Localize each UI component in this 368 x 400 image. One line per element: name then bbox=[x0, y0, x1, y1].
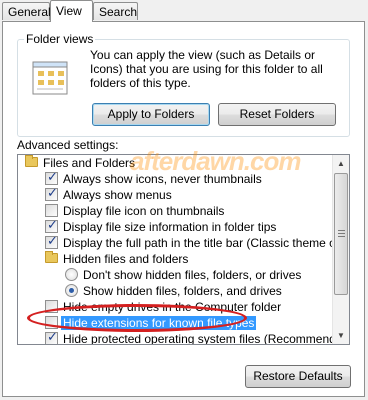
view-tab-panel: Folder views You can apply the view (suc… bbox=[2, 21, 365, 397]
tab-view[interactable]: View bbox=[50, 0, 93, 22]
list-item-label: Show hidden files, folders, and drives bbox=[83, 284, 282, 298]
checkbox[interactable] bbox=[45, 204, 58, 217]
check-icon: ✓ bbox=[47, 233, 58, 248]
checkbox[interactable]: ✓ bbox=[45, 217, 58, 233]
folder-views-icon bbox=[32, 61, 68, 95]
list-item-label: Display file size information in folder … bbox=[63, 220, 277, 234]
list-item-label: Always show menus bbox=[63, 188, 172, 202]
list-item-label: Display file icon on thumbnails bbox=[63, 204, 225, 218]
list-item-label-wrap: Hide extensions for known file types bbox=[61, 315, 257, 331]
list-item-label: Hide protected operating system files (R… bbox=[63, 332, 350, 345]
scroll-down-arrow-icon[interactable]: ▼ bbox=[333, 327, 349, 344]
list-item-label: Display the full path in the title bar (… bbox=[63, 236, 350, 250]
reset-folders-button[interactable]: Reset Folders bbox=[218, 103, 336, 126]
folder-views-group: Folder views You can apply the view (suc… bbox=[17, 32, 350, 137]
list-item-label: Always show icons, never thumbnails bbox=[63, 172, 262, 186]
checkbox[interactable] bbox=[45, 300, 58, 313]
tab-general-label: General bbox=[8, 5, 51, 19]
tab-view-label: View bbox=[56, 4, 82, 18]
advanced-settings-label: Advanced settings: bbox=[17, 138, 119, 152]
list-item-label: Hide empty drives in the Computer folder bbox=[63, 300, 282, 314]
list-item-label: Hide extensions for known file types bbox=[61, 316, 257, 330]
checkbox[interactable] bbox=[45, 316, 58, 329]
restore-defaults-button[interactable]: Restore Defaults bbox=[245, 365, 351, 388]
tab-general[interactable]: General bbox=[2, 2, 51, 20]
tab-search[interactable]: Search bbox=[93, 2, 138, 20]
checkbox[interactable]: ✓ bbox=[45, 329, 58, 344]
folder-views-title: Folder views bbox=[24, 32, 96, 46]
scroll-up-arrow-icon[interactable]: ▲ bbox=[333, 155, 349, 172]
grip-line bbox=[338, 233, 345, 234]
check-icon: ✓ bbox=[47, 217, 58, 232]
folder-icon bbox=[45, 251, 58, 263]
apply-to-folders-button[interactable]: Apply to Folders bbox=[92, 103, 210, 126]
grip-line bbox=[338, 230, 345, 231]
folder-views-description: You can apply the view (such as Details … bbox=[90, 48, 323, 90]
vertical-scrollbar[interactable]: ▲ ▼ bbox=[332, 155, 349, 344]
list-item-label: Don't show hidden files, folders, or dri… bbox=[83, 268, 302, 282]
folder-icon bbox=[25, 155, 38, 167]
advanced-settings-list[interactable]: Files and Folders ✓ Always show icons, n… bbox=[17, 154, 350, 345]
check-icon: ✓ bbox=[47, 329, 58, 344]
scrollbar-thumb[interactable] bbox=[334, 173, 348, 295]
radio-button[interactable] bbox=[65, 284, 78, 297]
radio-selected-dot bbox=[69, 288, 74, 293]
check-icon: ✓ bbox=[47, 169, 58, 184]
checkbox[interactable]: ✓ bbox=[45, 185, 58, 201]
grip-line bbox=[338, 236, 345, 237]
checkbox[interactable]: ✓ bbox=[45, 233, 58, 249]
radio-button[interactable] bbox=[65, 268, 78, 281]
check-icon: ✓ bbox=[47, 185, 58, 200]
tab-search-label: Search bbox=[99, 5, 138, 19]
checkbox[interactable]: ✓ bbox=[45, 169, 58, 185]
list-item-label: Hidden files and folders bbox=[63, 252, 189, 266]
